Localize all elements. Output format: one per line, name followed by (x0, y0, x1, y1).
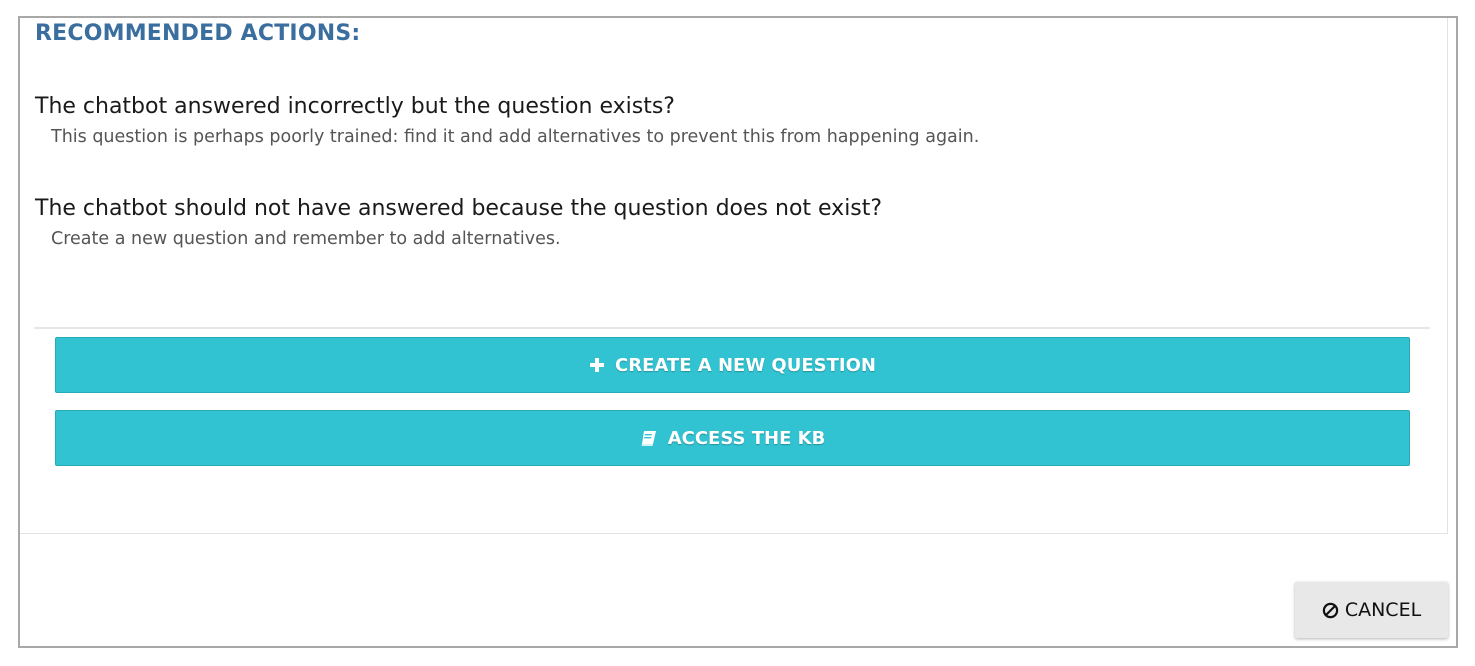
book-icon (640, 429, 658, 447)
action-question-nonexistent: The chatbot should not have answered bec… (35, 196, 883, 221)
access-kb-button[interactable]: ACCESS THE KB (55, 410, 1410, 466)
cancel-button[interactable]: CANCEL (1295, 582, 1448, 638)
access-kb-label: ACCESS THE KB (667, 427, 826, 449)
action-question-incorrect-answer: The chatbot answered incorrectly but the… (35, 94, 675, 119)
section-title: RECOMMENDED ACTIONS: (35, 21, 361, 46)
create-new-question-label: CREATE A NEW QUESTION (615, 354, 876, 376)
ban-icon (1322, 602, 1339, 619)
action-description-incorrect-answer: This question is perhaps poorly trained:… (51, 127, 980, 147)
action-description-nonexistent: Create a new question and remember to ad… (51, 229, 561, 249)
plus-icon (589, 357, 605, 373)
recommended-actions-dialog: RECOMMENDED ACTIONS: The chatbot answere… (18, 16, 1458, 648)
cancel-label: CANCEL (1344, 599, 1422, 621)
divider (34, 327, 1430, 329)
create-new-question-button[interactable]: CREATE A NEW QUESTION (55, 337, 1410, 393)
recommended-actions-panel: RECOMMENDED ACTIONS: The chatbot answere… (20, 18, 1448, 534)
